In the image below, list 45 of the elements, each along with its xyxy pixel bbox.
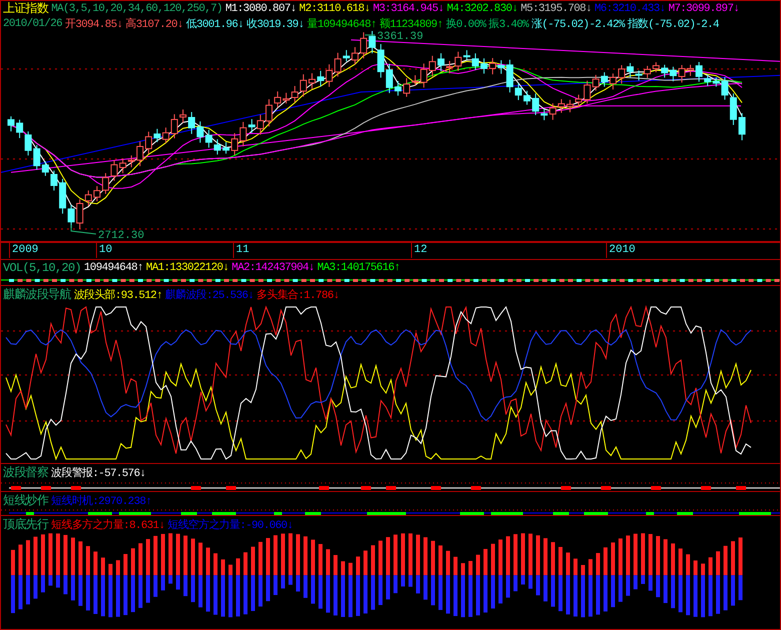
index-name: 上证指数 xyxy=(3,1,48,17)
high-price-label: 3361.39 xyxy=(377,31,424,43)
panel-title: VOL(5,10,20) xyxy=(3,260,82,274)
time-axis-label: 10 xyxy=(96,243,112,258)
indicator-value: M2:3110.618↓ xyxy=(299,2,370,14)
indicator-value: 波段头部:93.512↑ xyxy=(74,288,162,302)
indicator-value: 收3019.39↓ xyxy=(246,17,304,31)
indicator-value: 多头集合:1.786↓ xyxy=(256,288,340,302)
indicator-value: 低3001.96↓ xyxy=(186,18,244,31)
indicator-value: 开3094.85↓ xyxy=(65,18,123,31)
indicator-value: 短线空方之力量:-90.060↓ xyxy=(168,518,293,532)
leader-line xyxy=(364,34,376,36)
leader-line xyxy=(70,224,96,234)
panel-title: 短线炒作 xyxy=(3,493,48,509)
ma-label: MA(3,5,10,20,34,60,120,250,7) xyxy=(51,2,222,14)
indicator-value: 高3107.20↓ xyxy=(126,16,184,31)
indicator-value: M7:3099.897↓ xyxy=(668,2,740,14)
indicator-value: M3:3164.945↓ xyxy=(373,2,444,14)
indicator-value: M1:3080.807↓ xyxy=(225,2,296,14)
panel-title: 麒麟波段导航 xyxy=(3,287,71,303)
panel-title: 顶底先行 xyxy=(3,517,48,533)
time-axis-label: 2010 xyxy=(606,243,636,258)
indicator-value: MA1:133022120↓ xyxy=(146,262,229,274)
indicator-value: 短线多方之力量:8.631↓ xyxy=(51,518,165,532)
time-axis-label: 11 xyxy=(233,243,250,258)
indicator-value: 短线时机:2970.238↑ xyxy=(51,494,152,508)
indicator-value: M4:3202.830↓ xyxy=(446,2,518,14)
date-label: 2010/01/26 xyxy=(3,18,62,30)
indicator-value: 109494648↑ xyxy=(84,262,144,274)
indicator-value: MA3:140175616↑ xyxy=(317,262,400,274)
indicator-value: 振3.40% xyxy=(488,17,528,31)
indicator-value: M6:3210.433↓ xyxy=(594,2,666,14)
indicator-value: M5:3195.708↓ xyxy=(520,2,592,14)
indicator-value: 麒麟波段:25.536↓ xyxy=(165,288,254,302)
panel-title: 波段督察 xyxy=(3,465,48,481)
indicator-value: 波段警报:-57.576↓ xyxy=(51,466,146,480)
time-axis-label: 2009 xyxy=(9,243,38,258)
indicator-value: 量109494648↑ xyxy=(307,17,376,31)
indicator-value: 额11234809↑ xyxy=(379,16,443,31)
indicator-value: 指数(-75.02)-2.4 xyxy=(627,17,719,31)
low-price-label: 2712.30 xyxy=(98,230,144,241)
time-axis-label: 12 xyxy=(411,243,428,258)
indicator-value: 涨(-75.02)-2.42% xyxy=(531,17,624,31)
indicator-value: 换0.00% xyxy=(446,17,486,31)
indicator-value: MA2:142437904↓ xyxy=(232,262,314,274)
